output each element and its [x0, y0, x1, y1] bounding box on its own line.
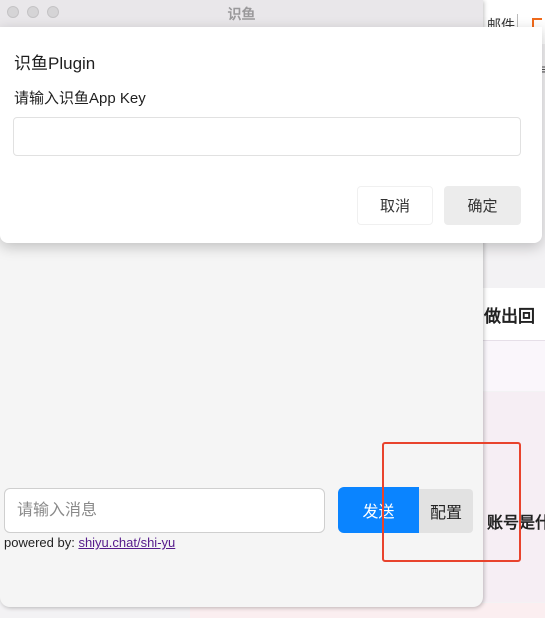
- send-button[interactable]: 发送: [338, 487, 419, 533]
- confirm-button[interactable]: 确定: [444, 186, 521, 225]
- dialog-title: 识鱼Plugin: [14, 54, 96, 73]
- app-key-dialog: 识鱼Plugin 请输入识鱼App Key 取消 确定: [0, 27, 542, 243]
- dialog-label: 请输入识鱼App Key: [14, 90, 146, 107]
- background-snippet: 做出回: [484, 307, 535, 326]
- title-bar[interactable]: 识鱼: [0, 0, 483, 28]
- message-input[interactable]: [4, 488, 325, 533]
- powered-by-label: powered by:: [4, 535, 79, 550]
- app-key-input[interactable]: [13, 117, 521, 156]
- powered-by: powered by: shiyu.chat/shi-yu: [4, 535, 175, 550]
- background-snippet: 账号是什: [487, 515, 545, 532]
- powered-by-link[interactable]: shiyu.chat/shi-yu: [78, 535, 175, 550]
- config-button[interactable]: 配置: [419, 489, 473, 533]
- cancel-button[interactable]: 取消: [357, 186, 433, 225]
- window-title: 识鱼: [227, 6, 256, 22]
